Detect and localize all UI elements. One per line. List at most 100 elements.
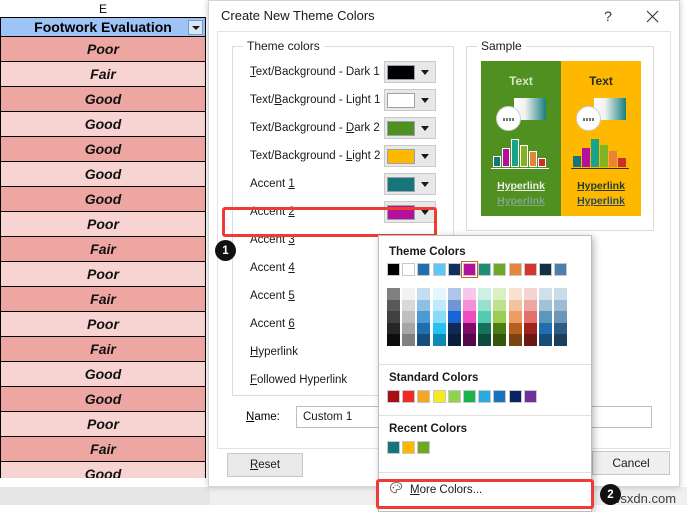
spreadsheet-cell[interactable]: Good [0, 137, 206, 162]
picker-tint-swatch[interactable] [493, 323, 506, 335]
picker-tint-swatch[interactable] [448, 311, 461, 323]
picker-theme-swatch[interactable] [463, 263, 476, 276]
picker-tint-swatch[interactable] [448, 288, 461, 300]
picker-theme-swatch[interactable] [554, 263, 567, 276]
picker-tint-swatch[interactable] [433, 334, 446, 346]
picker-theme-swatch[interactable] [448, 263, 461, 276]
picker-standard-swatch[interactable] [402, 390, 415, 403]
picker-standard-swatch[interactable] [509, 390, 522, 403]
picker-standard-swatch[interactable] [448, 390, 461, 403]
theme-color-swatch-button[interactable] [384, 61, 436, 83]
picker-tint-swatch[interactable] [554, 323, 567, 335]
picker-recent-swatch[interactable] [387, 441, 400, 454]
picker-tint-swatch[interactable] [539, 323, 552, 335]
cancel-button[interactable]: Cancel [592, 451, 670, 475]
theme-color-row[interactable]: Accent 1 [234, 171, 454, 199]
theme-color-row[interactable]: Text/Background - Dark 2 [234, 115, 454, 143]
picker-tint-swatch[interactable] [402, 300, 415, 312]
spreadsheet-cell[interactable]: Fair [0, 437, 206, 462]
spreadsheet-cell[interactable]: Fair [0, 237, 206, 262]
picker-tint-swatch[interactable] [539, 311, 552, 323]
picker-tint-swatch[interactable] [402, 311, 415, 323]
question-mark-icon[interactable]: ? [595, 5, 621, 27]
picker-tint-swatch[interactable] [387, 311, 400, 323]
picker-standard-swatch[interactable] [433, 390, 446, 403]
picker-tint-swatch[interactable] [524, 323, 537, 335]
picker-theme-swatch[interactable] [402, 263, 415, 276]
picker-tint-swatch[interactable] [509, 288, 522, 300]
picker-tint-swatch[interactable] [493, 311, 506, 323]
picker-tint-swatch[interactable] [433, 288, 446, 300]
picker-theme-swatch[interactable] [493, 263, 506, 276]
picker-tint-swatch[interactable] [448, 323, 461, 335]
picker-tint-swatch[interactable] [417, 300, 430, 312]
picker-tint-swatch[interactable] [402, 323, 415, 335]
theme-color-row[interactable]: Text/Background - Light 1 [234, 87, 454, 115]
spreadsheet-cell[interactable]: Good [0, 112, 206, 137]
picker-tint-swatch[interactable] [463, 334, 476, 346]
spreadsheet-cell[interactable]: Poor [0, 312, 206, 337]
picker-tint-swatch[interactable] [478, 300, 491, 312]
picker-tint-swatch[interactable] [417, 288, 430, 300]
picker-tint-swatch[interactable] [463, 323, 476, 335]
column-header-e[interactable]: E [0, 0, 206, 17]
spreadsheet-cell[interactable]: Fair [0, 337, 206, 362]
spreadsheet-cell[interactable]: Poor [0, 37, 206, 62]
spreadsheet-cell[interactable]: Fair [0, 287, 206, 312]
picker-tint-swatch[interactable] [539, 288, 552, 300]
picker-theme-swatch[interactable] [509, 263, 522, 276]
picker-tint-swatch[interactable] [402, 288, 415, 300]
picker-theme-swatch[interactable] [478, 263, 491, 276]
picker-standard-swatch[interactable] [417, 390, 430, 403]
picker-theme-swatch[interactable] [387, 263, 400, 276]
spreadsheet-cell[interactable]: Good [0, 87, 206, 112]
picker-standard-swatch[interactable] [478, 390, 491, 403]
picker-tint-swatch[interactable] [493, 288, 506, 300]
picker-tint-swatch[interactable] [448, 300, 461, 312]
picker-tint-swatch[interactable] [463, 311, 476, 323]
spreadsheet-cell[interactable]: Good [0, 162, 206, 187]
filter-dropdown-icon[interactable] [188, 20, 203, 35]
picker-tint-swatch[interactable] [433, 323, 446, 335]
more-colors-menu-item[interactable]: More Colors... [383, 479, 587, 501]
theme-color-swatch-button[interactable] [384, 89, 436, 111]
picker-tint-swatch[interactable] [554, 288, 567, 300]
picker-tint-swatch[interactable] [524, 311, 537, 323]
picker-tint-swatch[interactable] [524, 288, 537, 300]
picker-tint-swatch[interactable] [463, 300, 476, 312]
picker-tint-swatch[interactable] [478, 323, 491, 335]
spreadsheet-cell[interactable]: Fair [0, 62, 206, 87]
picker-tint-swatch[interactable] [493, 300, 506, 312]
spreadsheet-cell[interactable]: Good [0, 362, 206, 387]
spreadsheet-cell[interactable]: Poor [0, 262, 206, 287]
reset-button[interactable]: Reset [227, 453, 303, 477]
picker-tint-swatch[interactable] [478, 311, 491, 323]
theme-color-swatch-button[interactable] [384, 145, 436, 167]
picker-tint-swatch[interactable] [554, 334, 567, 346]
close-x-icon[interactable] [637, 5, 667, 27]
spreadsheet-cell[interactable]: Good [0, 387, 206, 412]
picker-tint-swatch[interactable] [478, 288, 491, 300]
dialog-titlebar[interactable]: Create New Theme Colors ? [209, 1, 679, 31]
picker-standard-swatch[interactable] [463, 390, 476, 403]
picker-theme-swatch[interactable] [417, 263, 430, 276]
picker-tint-swatch[interactable] [463, 288, 476, 300]
picker-tint-swatch[interactable] [509, 311, 522, 323]
picker-standard-swatch[interactable] [387, 390, 400, 403]
picker-tint-swatch[interactable] [448, 334, 461, 346]
column-header-cell[interactable]: Footwork Evaluation [0, 17, 206, 37]
picker-tint-swatch[interactable] [554, 311, 567, 323]
picker-theme-swatch[interactable] [433, 263, 446, 276]
picker-standard-swatch[interactable] [524, 390, 537, 403]
picker-tint-swatch[interactable] [433, 311, 446, 323]
spreadsheet-cell[interactable]: Good [0, 187, 206, 212]
picker-tint-swatch[interactable] [387, 300, 400, 312]
picker-tint-swatch[interactable] [402, 334, 415, 346]
picker-tint-swatch[interactable] [524, 334, 537, 346]
theme-color-swatch-button[interactable] [384, 201, 436, 223]
picker-tint-swatch[interactable] [417, 311, 430, 323]
picker-tint-swatch[interactable] [478, 334, 491, 346]
picker-theme-swatch[interactable] [539, 263, 552, 276]
theme-color-row[interactable]: Text/Background - Dark 1 [234, 59, 454, 87]
picker-tint-swatch[interactable] [509, 323, 522, 335]
